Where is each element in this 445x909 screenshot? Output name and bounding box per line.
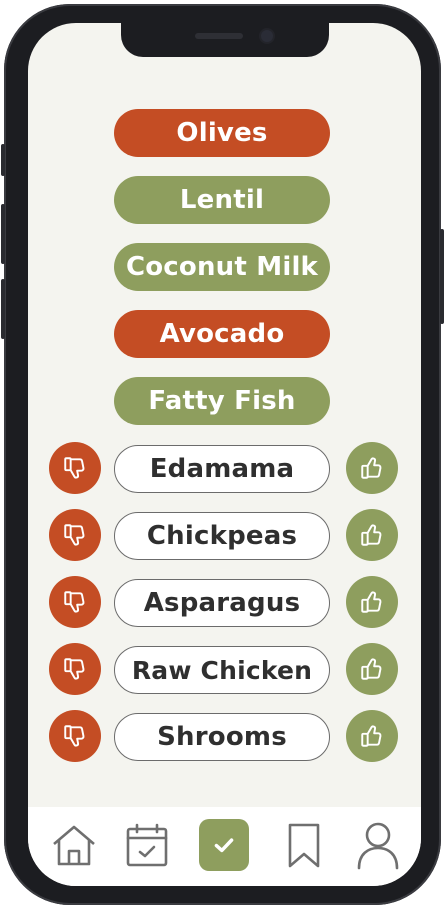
food-pill-fatty-fish[interactable]: Fatty Fish <box>114 377 330 425</box>
pending-food-label[interactable]: Shrooms <box>114 713 330 761</box>
food-pill-olives[interactable]: Olives <box>114 109 330 157</box>
speaker <box>195 33 243 39</box>
pending-food-label[interactable]: Raw Chicken <box>114 646 330 694</box>
pending-food-label[interactable]: Edamama <box>114 445 330 493</box>
like-button[interactable] <box>346 643 398 695</box>
volume-up-button <box>1 204 5 264</box>
profile-icon <box>357 822 399 870</box>
food-pill-avocado[interactable]: Avocado <box>114 310 330 358</box>
pending-food-label[interactable]: Asparagus <box>114 579 330 627</box>
dislike-button[interactable] <box>49 442 101 494</box>
dislike-button[interactable] <box>49 576 101 628</box>
mute-switch <box>1 144 5 176</box>
like-button[interactable] <box>346 576 398 628</box>
thumbs-up-icon <box>361 725 382 747</box>
front-camera <box>261 30 273 42</box>
tab-bookmarks[interactable] <box>279 819 329 871</box>
dislike-button[interactable] <box>49 509 101 561</box>
thumbs-down-icon <box>64 658 85 680</box>
dislike-button[interactable] <box>49 710 101 762</box>
calendar-check-icon <box>126 823 168 867</box>
thumbs-up-icon <box>361 524 382 546</box>
like-button[interactable] <box>346 710 398 762</box>
app-screen: Olives Lentil Coconut Milk Avocado Fatty… <box>28 23 421 886</box>
thumbs-down-icon <box>64 725 85 747</box>
phone-frame: Olives Lentil Coconut Milk Avocado Fatty… <box>1 4 444 905</box>
thumbs-down-icon <box>64 591 85 613</box>
volume-down-button <box>1 279 5 339</box>
like-button[interactable] <box>346 509 398 561</box>
notch <box>121 23 329 57</box>
food-pill-lentil[interactable]: Lentil <box>114 176 330 224</box>
thumbs-down-icon <box>64 457 85 479</box>
tab-calendar[interactable] <box>122 819 172 871</box>
home-icon <box>53 825 95 866</box>
tab-home[interactable] <box>49 819 99 871</box>
tab-profile[interactable] <box>353 819 403 871</box>
like-button[interactable] <box>346 442 398 494</box>
check-icon <box>214 838 234 853</box>
pending-food-label[interactable]: Chickpeas <box>114 512 330 560</box>
thumbs-up-icon <box>361 457 382 479</box>
bottom-tab-bar <box>28 807 421 886</box>
thumbs-up-icon <box>361 658 382 680</box>
bookmark-icon <box>288 823 320 868</box>
thumbs-up-icon <box>361 591 382 613</box>
power-button <box>440 229 444 324</box>
thumbs-down-icon <box>64 524 85 546</box>
dislike-button[interactable] <box>49 643 101 695</box>
tab-check[interactable] <box>199 819 249 871</box>
food-pill-coconut-milk[interactable]: Coconut Milk <box>114 243 330 291</box>
